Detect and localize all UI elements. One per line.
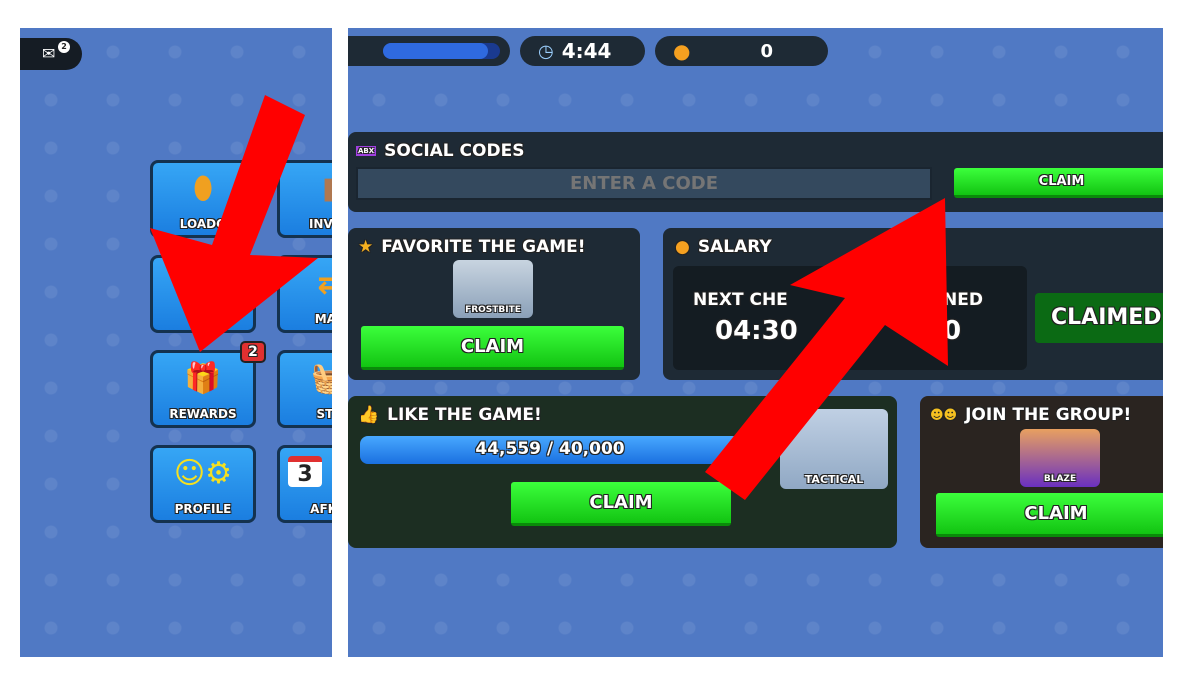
annotation-arrows xyxy=(150,95,948,500)
arrow-down-left xyxy=(150,95,318,352)
arrow-up-right xyxy=(705,198,948,500)
